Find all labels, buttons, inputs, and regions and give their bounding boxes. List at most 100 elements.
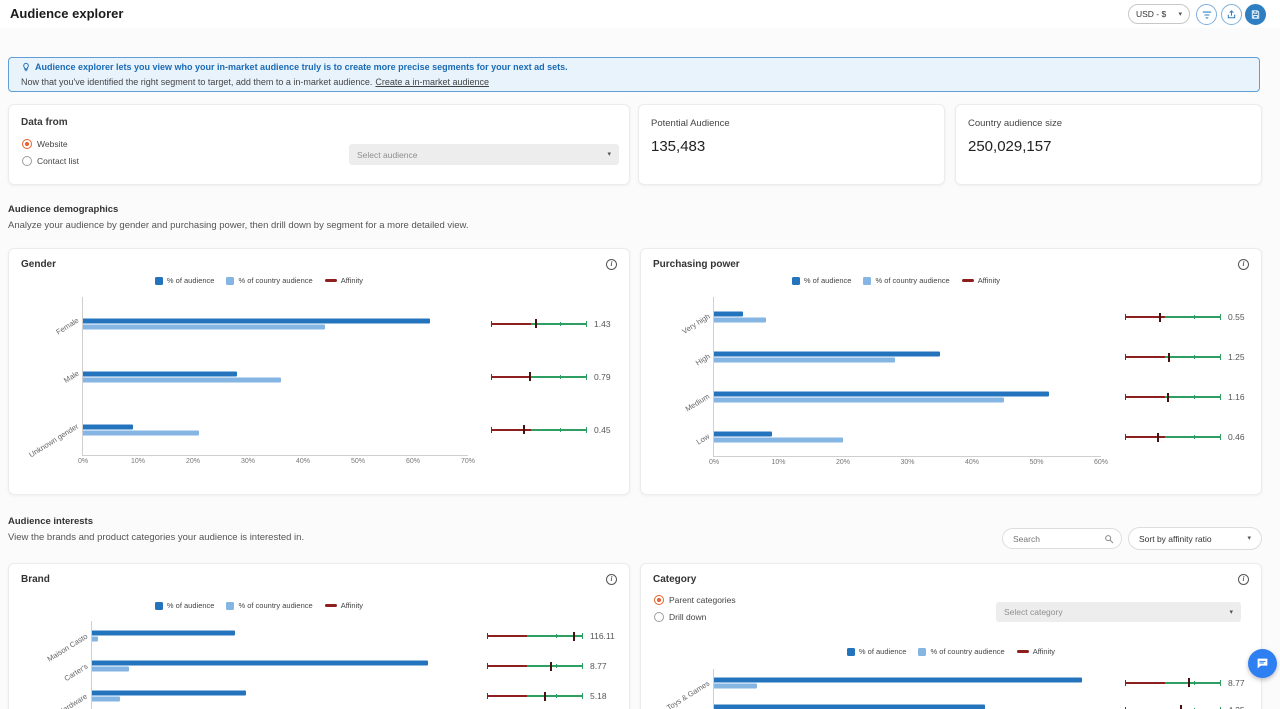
legend-audience-label: % of audience xyxy=(167,601,215,610)
chart-row: Very high xyxy=(714,297,1101,337)
bar-plot: Toys & Games xyxy=(713,669,1101,709)
chart-row: Medium xyxy=(714,377,1101,417)
radio-drill-down[interactable]: Drill down xyxy=(654,612,706,622)
x-axis-tick: 30% xyxy=(241,458,255,465)
x-axis-tick: 50% xyxy=(1029,459,1043,466)
affinity-column: 1.43 0.79 0.45 xyxy=(491,297,627,456)
legend-audience-label: % of audience xyxy=(167,276,215,285)
affinity-spark xyxy=(487,662,583,671)
audience-bar xyxy=(714,352,940,357)
page-title: Audience explorer xyxy=(10,0,123,28)
chart-title: Gender xyxy=(21,259,56,270)
chart-title: Brand xyxy=(21,574,50,585)
country-audience-bar xyxy=(83,324,325,329)
affinity-value: 0.55 xyxy=(1228,312,1245,322)
x-axis-tick: 60% xyxy=(406,458,420,465)
affinity-spark xyxy=(487,632,583,641)
affinity-row: 1.43 xyxy=(491,297,627,350)
info-icon[interactable]: i xyxy=(1238,259,1249,270)
legend-country-label: % of country audience xyxy=(930,647,1004,656)
sort-select[interactable]: Sort by affinity ratio ▾ xyxy=(1128,527,1262,550)
affinity-marker xyxy=(1159,313,1161,322)
affinity-value: 0.46 xyxy=(1228,432,1245,442)
affinity-marker xyxy=(1167,393,1169,402)
affinity-value: 0.79 xyxy=(594,372,611,382)
category-label: Toys & Games xyxy=(665,679,711,709)
interests-section-subtitle: View the brands and product categories y… xyxy=(8,532,304,543)
affinity-swatch xyxy=(962,279,974,282)
audience-select[interactable]: Select audience ▾ xyxy=(349,144,619,165)
country-audience-bar xyxy=(92,697,120,702)
search-input[interactable] xyxy=(1013,530,1101,547)
x-axis-tick: 10% xyxy=(771,459,785,466)
category-label: Low xyxy=(695,431,711,446)
create-audience-link[interactable]: Create a in-market audience xyxy=(375,77,489,87)
affinity-spark xyxy=(1125,705,1221,709)
radio-selected-icon xyxy=(654,595,664,605)
info-icon[interactable]: i xyxy=(606,259,617,270)
radio-website-label: Website xyxy=(37,139,68,149)
audience-bar xyxy=(83,318,430,323)
chevron-down-icon: ▾ xyxy=(1247,535,1251,542)
country-audience-bar xyxy=(83,377,281,382)
radio-contact-list-label: Contact list xyxy=(37,156,79,166)
data-from-card: Data from Website Contact list Select au… xyxy=(8,104,630,185)
affinity-swatch xyxy=(325,604,337,607)
chat-fab[interactable] xyxy=(1248,649,1277,678)
affinity-value: 5.18 xyxy=(590,691,607,701)
chart-legend: % of audience % of country audience Affi… xyxy=(641,647,1261,656)
affinity-marker xyxy=(1180,705,1182,709)
audience-explorer-page: Audience explorer USD - $ ▾ Audience exp… xyxy=(0,0,1280,709)
radio-website[interactable]: Website xyxy=(22,139,68,149)
info-icon[interactable]: i xyxy=(606,574,617,585)
x-axis-tick: 20% xyxy=(836,459,850,466)
banner-headline: Audience explorer lets you view who your… xyxy=(35,62,568,72)
affinity-swatch xyxy=(325,279,337,282)
affinity-row: 8.77 xyxy=(1125,669,1261,696)
lightbulb-icon xyxy=(21,62,31,72)
bar-group xyxy=(714,431,1101,444)
country-audience-bar xyxy=(714,398,1004,403)
legend-affinity-label: Affinity xyxy=(978,276,1000,285)
bar-group xyxy=(714,311,1101,324)
x-axis-tick: 0% xyxy=(709,459,719,466)
affinity-marker xyxy=(1168,353,1170,362)
chart-legend: % of audience % of country audience Affi… xyxy=(49,276,469,285)
affinity-row: 0.45 xyxy=(491,403,627,456)
potential-audience-label: Potential Audience xyxy=(651,118,730,129)
bar-group xyxy=(83,317,468,330)
x-axis-tick: 20% xyxy=(186,458,200,465)
country-audience-bar xyxy=(714,683,757,688)
legend-country-label: % of country audience xyxy=(875,276,949,285)
audience-bar xyxy=(92,691,246,696)
currency-selector[interactable]: USD - $ ▾ xyxy=(1128,4,1190,24)
affinity-row: 4.25 xyxy=(1125,696,1261,709)
chart-row: Ace Hardware xyxy=(92,681,477,709)
save-button[interactable] xyxy=(1245,4,1266,25)
chart-row: High xyxy=(714,337,1101,377)
affinity-spark xyxy=(487,692,583,701)
info-icon[interactable]: i xyxy=(1238,574,1249,585)
radio-contact-list[interactable]: Contact list xyxy=(22,156,79,166)
radio-parent-categories[interactable]: Parent categories xyxy=(654,595,736,605)
country-swatch xyxy=(226,602,234,610)
country-swatch xyxy=(863,277,871,285)
affinity-value: 4.25 xyxy=(1228,705,1245,709)
search-icon[interactable] xyxy=(1104,534,1114,544)
affinity-value: 0.45 xyxy=(594,425,611,435)
affinity-value: 8.77 xyxy=(1228,678,1245,688)
affinity-row: 0.55 xyxy=(1125,297,1261,337)
chart-row: Carter's xyxy=(92,651,477,681)
category-label: Ace Hardware xyxy=(44,692,89,709)
interests-section-title: Audience interests xyxy=(8,516,93,527)
filter-button[interactable] xyxy=(1196,4,1217,25)
category-select[interactable]: Select category ▾ xyxy=(996,602,1241,622)
export-button[interactable] xyxy=(1221,4,1242,25)
affinity-spark xyxy=(1125,433,1221,442)
chart-row: Toys & Games xyxy=(714,669,1101,696)
audience-bar xyxy=(714,312,743,317)
audience-bar xyxy=(714,432,772,437)
audience-bar xyxy=(92,631,235,636)
export-icon xyxy=(1226,9,1237,20)
audience-bar xyxy=(83,424,133,429)
